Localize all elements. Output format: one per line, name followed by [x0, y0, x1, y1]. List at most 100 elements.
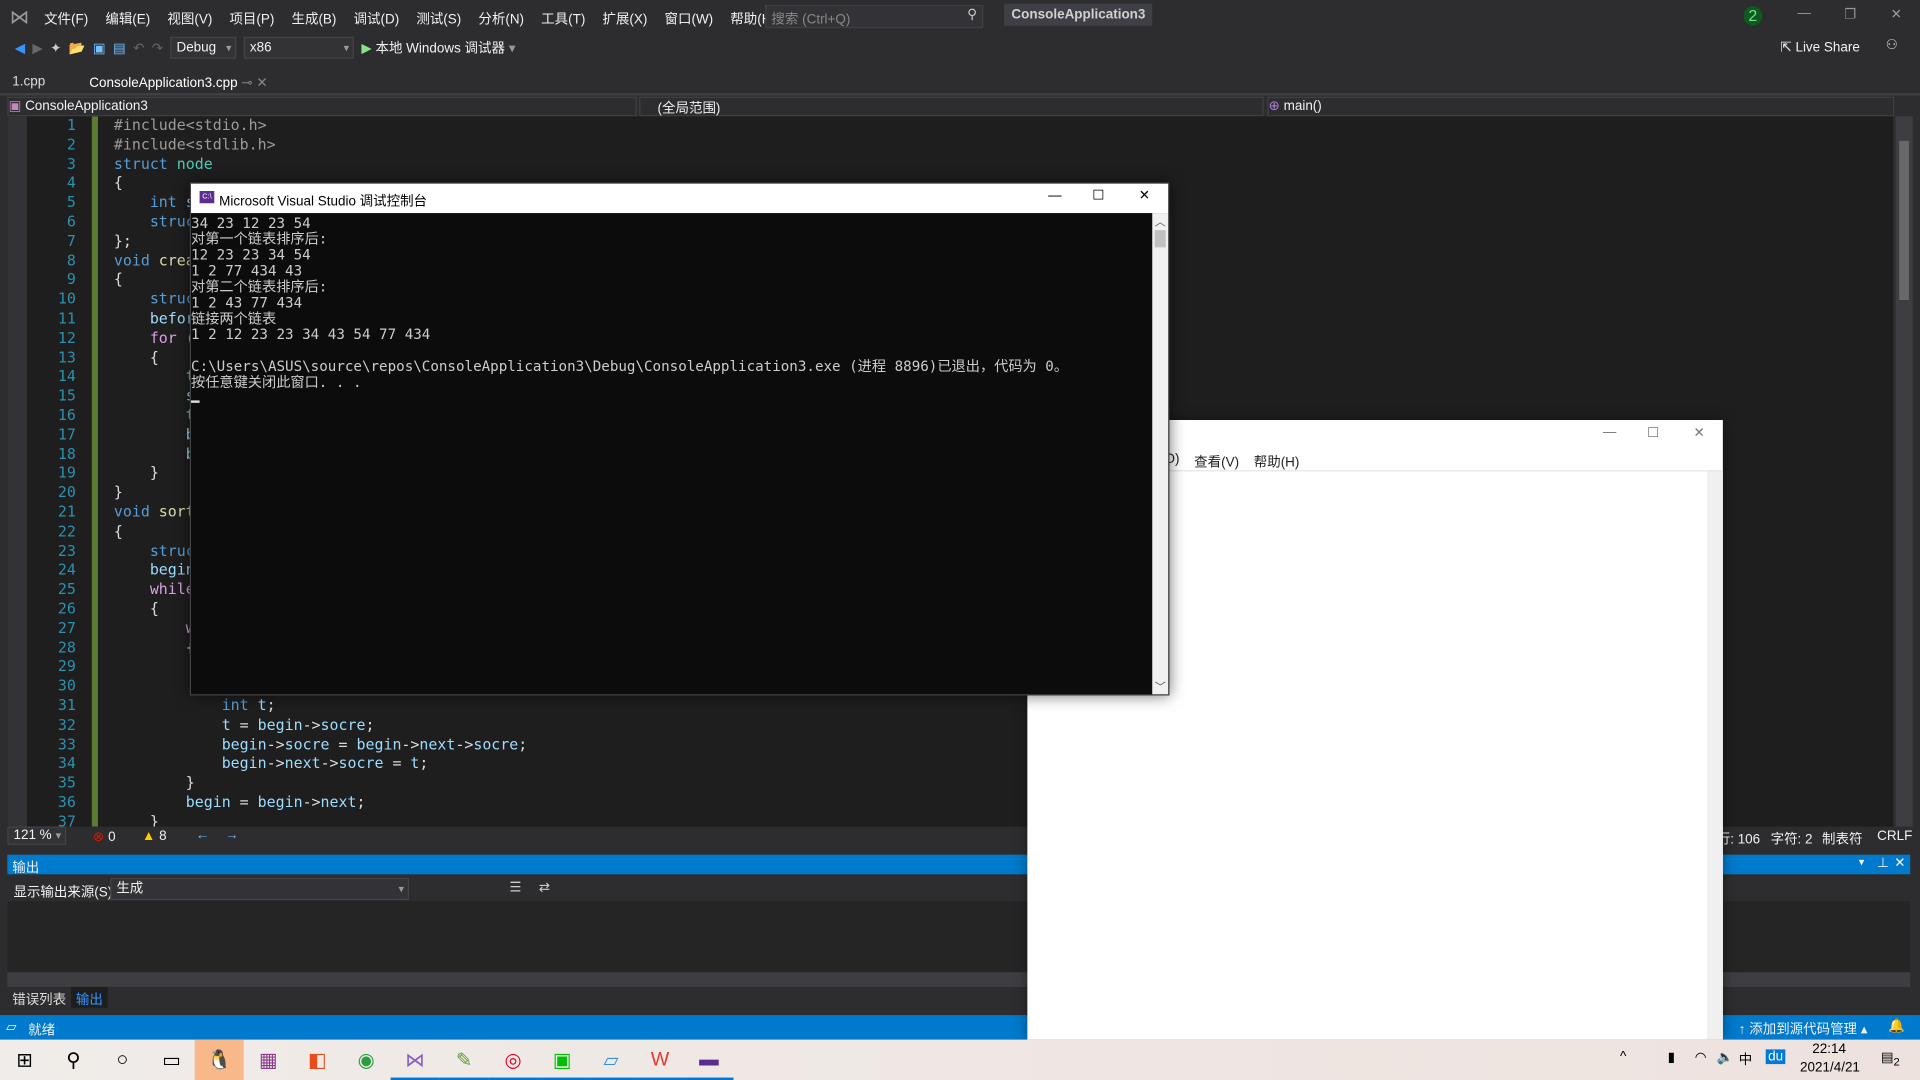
code-token: socre — [284, 735, 330, 753]
code-token: #include<stdlib.h> — [113, 135, 276, 153]
zoom-select[interactable]: 121 % — [7, 826, 67, 845]
menu-item[interactable]: 分析(N) — [478, 12, 524, 27]
menu-item[interactable]: 窗口(W) — [665, 12, 714, 27]
menu-item[interactable]: 文件(F) — [44, 12, 88, 27]
notepad-icon[interactable]: ▱ — [586, 1040, 636, 1080]
new-project-icon[interactable]: ✦ — [50, 40, 61, 56]
start-button[interactable]: ⊞ — [0, 1040, 49, 1080]
menu-item[interactable]: 视图(V) — [167, 12, 212, 27]
pin-icon[interactable]: ⊥ — [1877, 855, 1889, 871]
ime-indicator[interactable]: 中 — [1739, 1049, 1752, 1069]
config-select[interactable]: Debug — [170, 36, 237, 59]
word-wrap-icon[interactable]: ⇄ — [539, 879, 550, 895]
menu-item[interactable]: 测试(S) — [416, 12, 461, 27]
menu-item[interactable]: 编辑(E) — [105, 12, 150, 27]
menu-item[interactable]: 生成(B) — [292, 12, 337, 27]
code-token: ; — [266, 696, 276, 714]
warning-count: 8 — [159, 828, 167, 844]
action-center-icon[interactable]: ▤2 — [1881, 1049, 1900, 1068]
office-icon[interactable]: ◧ — [293, 1040, 342, 1080]
code-token: { — [113, 599, 159, 618]
output-source-select[interactable]: 生成 — [110, 877, 409, 901]
netease-music-icon[interactable]: ◎ — [488, 1040, 538, 1080]
line-number: 27 — [57, 619, 76, 637]
tab-1-cpp[interactable]: 1.cpp — [2, 72, 55, 94]
tray-expand-icon[interactable]: ^ — [1620, 1049, 1626, 1064]
cortana-icon[interactable]: ○ — [98, 1040, 147, 1080]
open-icon[interactable]: 📂 — [69, 40, 86, 56]
feedback-icon[interactable]: ⚇ — [1886, 37, 1898, 53]
errors-indicator[interactable]: ⊗ 0 — [93, 829, 116, 845]
next-issue-icon[interactable]: → — [225, 828, 238, 843]
panel-close-icon[interactable]: ✕ — [1894, 855, 1905, 871]
bell-icon[interactable]: 🔔 — [1888, 1018, 1905, 1034]
console-icon[interactable]: ▬ — [684, 1040, 734, 1080]
undo-icon[interactable]: ↶ — [133, 40, 144, 56]
notepad-close-button[interactable]: ✕ — [1693, 425, 1704, 441]
wifi-icon[interactable]: ◠ — [1695, 1049, 1707, 1066]
solution-name: ConsoleApplication3 — [1004, 3, 1153, 26]
visual-studio-icon[interactable]: ⋈ — [390, 1040, 440, 1080]
platform-select[interactable]: x86 — [243, 36, 355, 59]
menu-item[interactable]: 项目(P) — [229, 12, 274, 27]
menu-item[interactable]: 扩展(X) — [602, 12, 647, 27]
menu-item[interactable]: 调试(D) — [354, 12, 400, 27]
clock-date[interactable]: 2021/4/21 — [1800, 1060, 1860, 1075]
console-output[interactable]: 34 23 12 23 54 对第一个链表排序后: 12 23 23 34 54 1 … — [191, 215, 1068, 391]
console-close-button[interactable]: ✕ — [1139, 187, 1150, 204]
minimize-button[interactable]: — — [1798, 6, 1811, 21]
prev-issue-icon[interactable]: ← — [196, 828, 209, 843]
pin-tab-icon[interactable]: ⊸ — [238, 76, 257, 91]
run-button[interactable]: ▶ 本地 Windows 调试器 ▾ — [361, 38, 515, 58]
line-number: 37 — [57, 812, 76, 827]
search-taskbar-icon[interactable]: ⚲ — [49, 1040, 98, 1080]
bottom-tab-output[interactable]: 输出 — [71, 986, 108, 1008]
search-input[interactable]: 搜索 (Ctrl+Q) ⚲ — [765, 4, 984, 29]
close-tab-icon[interactable]: ✕ — [256, 76, 267, 91]
save-icon[interactable]: ▣ — [93, 40, 106, 56]
menu-item[interactable]: 工具(T) — [541, 12, 585, 27]
console-maximize-button[interactable]: ☐ — [1092, 187, 1104, 204]
notepad-plus-icon[interactable]: ✎ — [439, 1040, 489, 1080]
ime-app-icon[interactable]: du — [1765, 1049, 1786, 1065]
line-number: 11 — [57, 309, 76, 327]
panel-menu-icon[interactable]: ▾ — [1859, 856, 1865, 869]
notepad-maximize-button[interactable]: ☐ — [1647, 425, 1659, 441]
code-token: } — [113, 812, 159, 827]
battery-icon[interactable]: ▮ — [1668, 1049, 1675, 1066]
qq-icon[interactable]: 🐧 — [194, 1039, 244, 1080]
bottom-tab-error-list[interactable]: 错误列表 — [7, 987, 71, 1008]
tab-consoleapplication3-cpp[interactable]: ConsoleApplication3.cpp ⊸ ✕ — [79, 72, 278, 95]
warnings-indicator[interactable]: ▲ 8 — [142, 829, 167, 844]
source-control-button[interactable]: ↑ 添加到源代码管理 ▴ — [1739, 1019, 1868, 1039]
redo-icon[interactable]: ↷ — [152, 40, 163, 56]
live-share-button[interactable]: ⇱ Live Share — [1780, 39, 1859, 55]
forward-icon[interactable]: ▶ — [32, 40, 42, 56]
notepad-scrollbar[interactable] — [1706, 471, 1723, 1040]
editor-scrollbar[interactable] — [1895, 116, 1913, 827]
project-dropdown[interactable]: ▣ ConsoleApplication3 — [7, 96, 637, 117]
close-button[interactable]: ✕ — [1891, 6, 1902, 22]
wps-icon[interactable]: W — [635, 1040, 685, 1080]
clear-all-icon[interactable]: ☰ — [509, 879, 521, 895]
notepad-minimize-button[interactable]: — — [1603, 425, 1616, 440]
restore-button[interactable]: ❐ — [1844, 6, 1856, 22]
back-icon[interactable]: ◀ — [15, 40, 25, 56]
clock-time[interactable]: 22:14 — [1812, 1042, 1846, 1057]
scope-dropdown[interactable]: (全局范围) — [639, 96, 1264, 117]
chrome-icon[interactable]: ◉ — [342, 1040, 391, 1080]
iqiyi-icon[interactable]: ▣ — [537, 1040, 587, 1080]
notification-badge[interactable]: 2 — [1743, 6, 1763, 26]
winrar-icon[interactable]: ▦ — [244, 1040, 293, 1080]
notepad-menu-item[interactable]: 帮助(H) — [1254, 452, 1300, 472]
member-dropdown[interactable]: ⊕ main() — [1267, 96, 1895, 117]
console-scrollbar[interactable]: ︿ ﹀ — [1152, 213, 1169, 695]
line-number: 4 — [66, 174, 76, 192]
task-view-icon[interactable]: ▭ — [147, 1040, 196, 1080]
volume-icon[interactable]: 🔈 — [1717, 1049, 1734, 1066]
console-minimize-button[interactable]: — — [1048, 189, 1061, 204]
eol-indicator[interactable]: CRLF — [1877, 829, 1912, 844]
save-all-icon[interactable]: ▤ — [113, 40, 126, 56]
notepad-menu-item[interactable]: 查看(V) — [1194, 452, 1239, 472]
tabs-indicator[interactable]: 制表符 — [1822, 829, 1862, 849]
